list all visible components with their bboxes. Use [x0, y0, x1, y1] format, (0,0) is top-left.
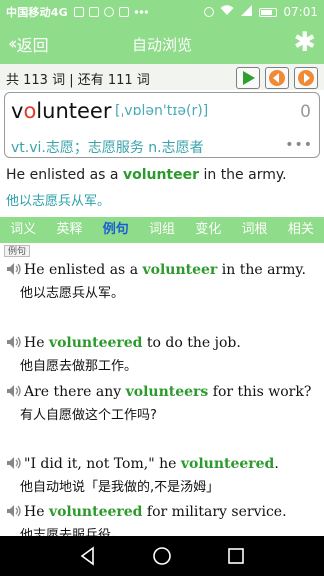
example-sentence: "I did it, not Tom," he volunteered. — [6, 453, 318, 476]
list-item: He volunteered for military service. 他志愿… — [6, 501, 318, 536]
headword-part: lunteer — [36, 99, 112, 123]
alarm-icon — [204, 7, 215, 17]
example-text: He — [24, 335, 49, 351]
featured-translation: 他以志愿兵从军。 — [6, 194, 111, 209]
tab-english-definition[interactable]: 英释 — [46, 217, 92, 243]
example-translation: 他以志愿兵从军。 — [20, 286, 125, 301]
tab-roots[interactable]: 词根 — [231, 217, 277, 243]
example-translation: 他自愿去做那工作。 — [20, 359, 138, 374]
example-text: He enlisted as a — [24, 262, 143, 278]
example-sentence: He enlisted as a volunteer in the army. — [6, 259, 318, 282]
speaker-icon[interactable] — [6, 262, 22, 276]
word-meaning: vt.vi.志愿；志愿服务 n.志愿者 — [11, 140, 204, 156]
example-text: . — [274, 456, 279, 472]
example-text: He — [24, 504, 49, 520]
example-text: to do the job. — [142, 335, 241, 351]
example-keyword: volunteers — [125, 384, 209, 400]
tab-definition[interactable]: 词义 — [0, 217, 46, 243]
review-count: 0 — [300, 102, 311, 122]
example-translation: 他自动地说「是我做的,不是汤姆」 — [20, 480, 220, 495]
clock: 07:01 — [283, 5, 318, 19]
play-button[interactable] — [236, 67, 260, 89]
battery-icon — [259, 7, 278, 17]
speaker-icon[interactable] — [6, 335, 22, 349]
example-text: "I did it, not Tom," he — [24, 456, 181, 472]
headword-highlight: o — [23, 99, 37, 123]
example-translation: 有人自愿做这个工作吗? — [20, 408, 157, 423]
example-sentence: He volunteered for military service. — [6, 501, 318, 524]
example-keyword: volunteer — [142, 262, 218, 278]
play-icon — [243, 71, 255, 85]
example-keyword: volunteered — [180, 456, 275, 472]
tab-phrases[interactable]: 词组 — [139, 217, 185, 243]
wifi-icon — [220, 5, 234, 19]
page-title: 自动浏览 — [131, 36, 192, 54]
system-navigation-bar — [0, 536, 324, 576]
carrier-label: 中国移动4G — [6, 6, 68, 19]
headword: volunteer — [11, 99, 111, 123]
list-item: He volunteered to do the job. 他自愿去做那工作。 — [6, 332, 318, 378]
speaker-icon[interactable] — [6, 384, 22, 398]
word-count: 共 113 词 | 还有 111 词 — [6, 73, 150, 88]
example-text: in the army. — [217, 262, 306, 278]
image-icon — [88, 7, 99, 17]
section-tabs: 词义 英释 例句 词组 变化 词根 相关 — [0, 217, 324, 243]
recents-icon[interactable] — [226, 546, 246, 566]
notification-icons — [73, 7, 148, 17]
list-item: Are there any volunteers for this work? … — [6, 381, 318, 427]
status-bar: 中国移动4G 07:01 — [0, 0, 324, 24]
speaker-icon[interactable] — [6, 504, 22, 518]
examples-label: 例句 — [4, 245, 31, 257]
progress-bar: 共 113 词 | 还有 111 词 — [0, 64, 324, 90]
headword-part: v — [11, 99, 24, 123]
tab-inflections[interactable]: 变化 — [185, 217, 231, 243]
signal-icon — [240, 5, 253, 19]
example-list: 例句 He enlisted as a volunteer in the arm… — [0, 243, 324, 536]
phonetic: [ˌvɒlən'tɪə(r)] — [115, 103, 209, 119]
next-button[interactable] — [294, 67, 318, 89]
example-text: Are there any — [24, 384, 126, 400]
sentence-keyword: volunteer — [122, 167, 200, 183]
notification-icon — [118, 7, 129, 17]
featured-sentence: He enlisted as a volunteer in the army. — [6, 167, 287, 183]
tab-related[interactable]: 相关 — [278, 217, 324, 243]
word-card[interactable]: volunteer [ˌvɒlən'tɪə(r)] 0 vt.vi.志愿；志愿服… — [4, 92, 320, 158]
example-text: for military service. — [142, 504, 287, 520]
example-sentence: He volunteered to do the job. — [6, 332, 318, 355]
tab-examples[interactable]: 例句 — [93, 217, 139, 243]
example-translation: 他志愿去服兵役。 — [20, 528, 125, 536]
sim-icon — [73, 7, 84, 17]
title-bar: ‹‹ 返回 自动浏览 ✱ — [0, 24, 324, 64]
example-text: for this work? — [208, 384, 312, 400]
next-icon — [298, 70, 314, 86]
star-icon[interactable]: ✱ — [293, 28, 316, 58]
example-keyword: volunteered — [48, 504, 143, 520]
more-notifications-icon — [133, 10, 148, 14]
example-keyword: volunteered — [48, 335, 143, 351]
list-item: He enlisted as a volunteer in the army. … — [6, 259, 318, 305]
speaker-icon[interactable] — [6, 456, 22, 470]
home-icon[interactable] — [152, 546, 172, 566]
previous-button[interactable] — [265, 67, 289, 89]
app-icon — [103, 7, 114, 17]
previous-icon — [269, 70, 285, 86]
example-sentence: Are there any volunteers for this work? — [6, 381, 318, 404]
sentence-text: in the army. — [199, 167, 287, 183]
list-item: "I did it, not Tom," he volunteered. 他自动… — [6, 453, 318, 499]
back-icon[interactable] — [78, 546, 98, 566]
sentence-text: He enlisted as a — [6, 167, 123, 183]
more-icon[interactable]: ••• — [285, 137, 313, 153]
